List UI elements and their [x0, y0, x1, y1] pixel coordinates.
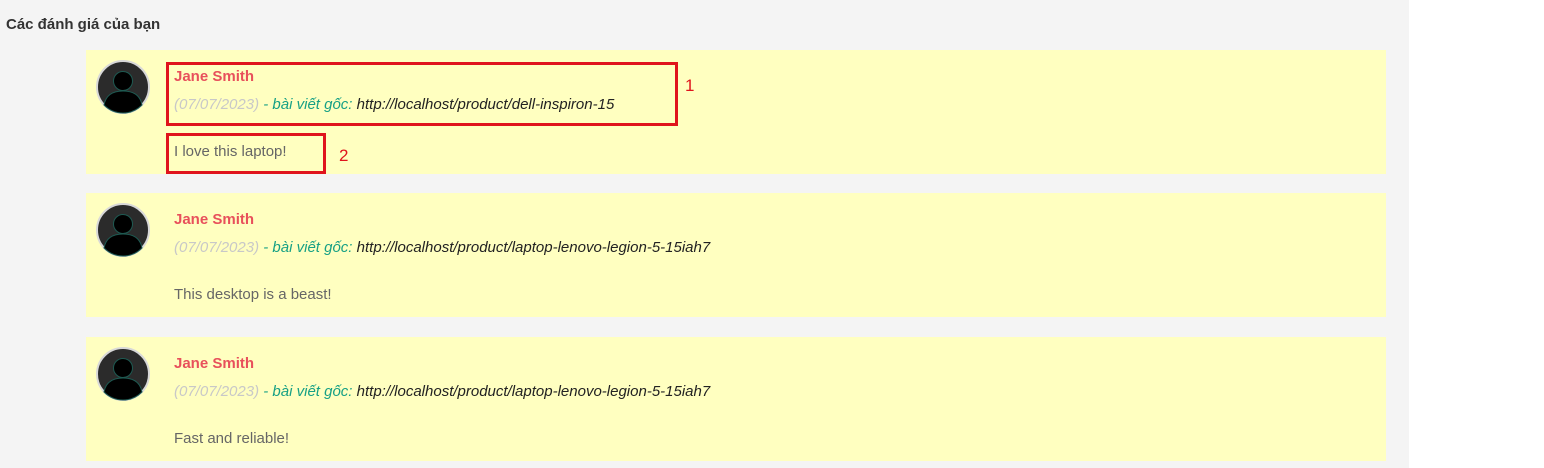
review-date: (07/07/2023): [174, 239, 260, 256]
review-meta: (07/07/2023) - bài viết gốc: http://loca…: [174, 383, 710, 400]
review-source-link[interactable]: http://localhost/product/laptop-lenovo-l…: [352, 239, 711, 256]
review-separator: -: [259, 239, 273, 256]
review-item: Jane Smith (07/07/2023) - bài viết gốc: …: [86, 337, 1386, 461]
annotation-label-1: 1: [685, 76, 695, 95]
review-separator: -: [259, 383, 273, 400]
review-item: Jane Smith (07/07/2023) - bài viết gốc: …: [86, 193, 1386, 317]
annotation-box-1: [166, 62, 678, 126]
review-source-label: bài viết gốc:: [272, 239, 353, 256]
review-comment: This desktop is a beast!: [174, 286, 332, 303]
review-source-link[interactable]: http://localhost/product/laptop-lenovo-l…: [352, 383, 711, 400]
review-author: Jane Smith: [174, 211, 255, 228]
user-avatar-icon: [96, 347, 150, 401]
user-avatar-icon: [96, 60, 150, 114]
review-date: (07/07/2023): [174, 383, 260, 400]
section-title: Các đánh giá của bạn: [6, 16, 161, 33]
reviews-panel: Các đánh giá của bạn Jane Smith (07/07/2…: [0, 0, 1409, 468]
review-meta: (07/07/2023) - bài viết gốc: http://loca…: [174, 239, 710, 256]
review-comment: Fast and reliable!: [174, 430, 290, 447]
user-avatar-icon: [96, 203, 150, 257]
annotation-label-2: 2: [339, 146, 349, 165]
annotation-box-2: [166, 133, 326, 174]
review-source-label: bài viết gốc:: [272, 383, 353, 400]
review-author: Jane Smith: [174, 355, 255, 372]
